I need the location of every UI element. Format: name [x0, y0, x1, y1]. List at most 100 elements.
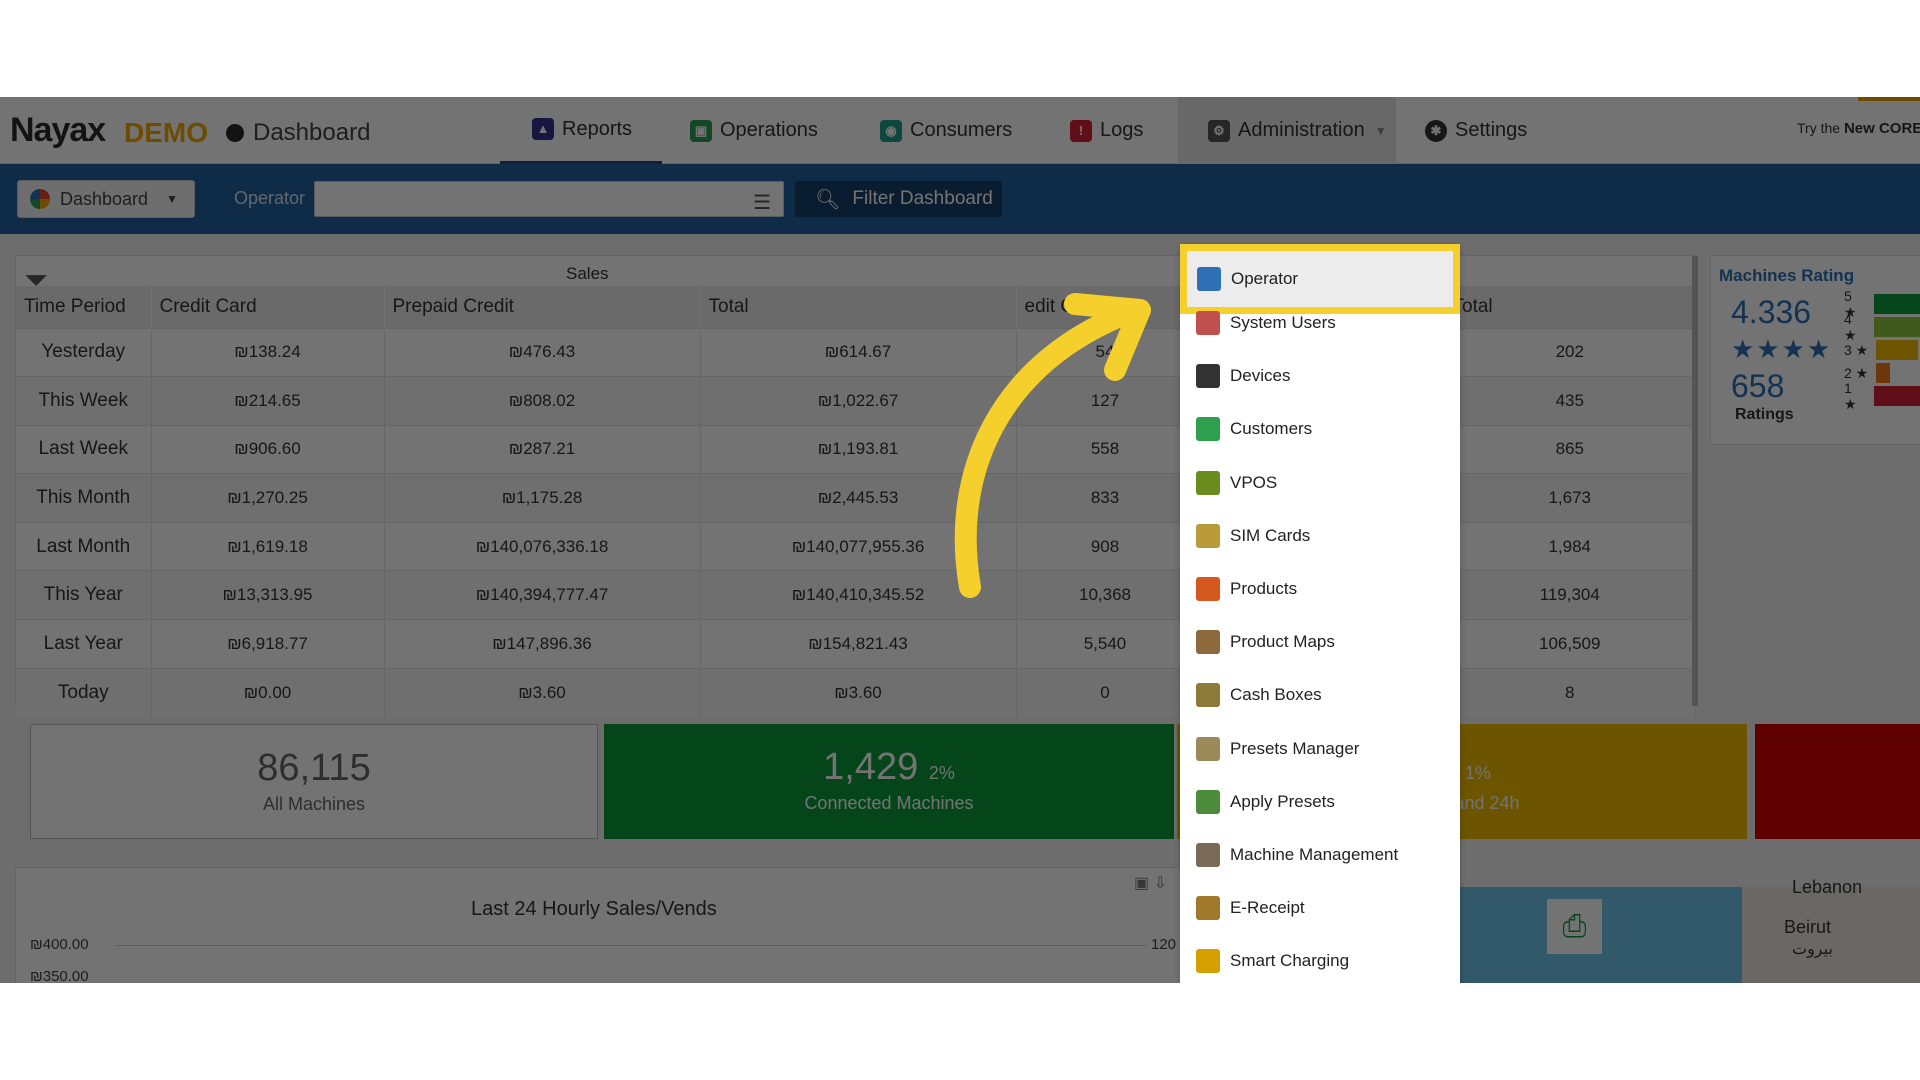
rating-bar-label: 1 ★: [1844, 379, 1857, 412]
table-cell: ₪3.60: [700, 667, 1017, 717]
menu-item-sim-cards[interactable]: SIM Cards: [1180, 510, 1460, 562]
rating-bar-row: 4 ★: [1844, 311, 1920, 343]
table-cell: ₪147,896.36: [384, 619, 701, 669]
all-machines-card[interactable]: 86,115 All Machines: [30, 724, 598, 839]
tab-consumers[interactable]: ◉ Consumers: [880, 97, 1012, 164]
consumers-icon: ◉: [880, 119, 902, 142]
col-time-period[interactable]: Time Period: [16, 286, 152, 328]
app-frame: Nayax DEMO Dashboard ▲ Reports ▣ Operati…: [0, 97, 1920, 983]
menu-item-label: Product Maps: [1230, 632, 1335, 652]
operator-input[interactable]: ☰: [314, 181, 784, 217]
menu-item-e-receipt[interactable]: E-Receipt: [1180, 882, 1460, 934]
col-prepaid-credit[interactable]: Prepaid Credit: [384, 286, 701, 328]
table-cell: ₪214.65: [151, 376, 385, 426]
menu-item-vpos[interactable]: VPOS: [1180, 457, 1460, 509]
menu-item-label: Presets Manager: [1230, 738, 1360, 758]
menu-item-machine-management[interactable]: Machine Management: [1180, 829, 1460, 881]
table-cell: 5,540: [1016, 619, 1195, 669]
rating-bar: [1876, 340, 1919, 360]
menu-item-cash-boxes[interactable]: Cash Boxes: [1180, 669, 1460, 721]
cell-time-period: Last Week: [16, 424, 152, 474]
e-receipt-icon: [1196, 896, 1220, 921]
table-cell: ₪476.43: [384, 327, 701, 377]
tab-administration[interactable]: ⚙ Administration ▼: [1178, 97, 1396, 164]
table-cell: ₪1,270.25: [151, 473, 385, 523]
table-cell: ₪140,076,336.18: [384, 521, 701, 571]
save-icon[interactable]: ⎙: [1547, 899, 1602, 954]
cell-time-period: This Month: [16, 473, 152, 523]
menu-item-products[interactable]: Products: [1180, 563, 1460, 615]
sim-cards-icon: [1196, 523, 1220, 548]
caret-down-icon: ▼: [166, 192, 178, 206]
filter-dashboard-button[interactable]: 🔍︎ Filter Dashboard: [795, 181, 1002, 217]
table-cell: ₪3.60: [384, 667, 701, 717]
operations-icon: ▣: [690, 119, 712, 142]
tab-settings[interactable]: ✱ Settings: [1425, 97, 1527, 164]
chart-title: Last 24 Hourly Sales/Vends: [471, 898, 717, 920]
chart-gridline: [116, 945, 1146, 946]
tab-logs[interactable]: ! Logs: [1070, 97, 1143, 164]
col-credit-card[interactable]: Credit Card: [151, 286, 385, 328]
map-label-beirut-arabic: بيروت: [1792, 941, 1833, 958]
tab-label: Reports: [562, 117, 633, 140]
table-cell: 119,304: [1444, 570, 1696, 620]
try-new-accent: [1858, 97, 1920, 101]
tab-label: Logs: [1100, 119, 1144, 141]
menu-item-label: Apply Presets: [1230, 791, 1335, 811]
menu-item-system-users[interactable]: System Users: [1180, 297, 1460, 349]
menu-item-presets-manager[interactable]: Presets Manager: [1180, 723, 1460, 775]
table-cell: ₪1,175.28: [384, 473, 701, 523]
sales-title: Sales: [566, 264, 609, 283]
menu-item-customers[interactable]: Customers: [1180, 403, 1460, 455]
cell-time-period: This Week: [16, 376, 152, 426]
machine-management-icon: [1196, 843, 1220, 867]
tab-reports[interactable]: ▲ Reports: [500, 97, 662, 164]
cash-boxes-icon: [1196, 683, 1220, 708]
menu-item-devices[interactable]: Devices: [1180, 350, 1460, 402]
menu-item-label: Products: [1230, 579, 1298, 598]
tutorial-arrow-icon: [954, 293, 1151, 598]
menu-item-label: Cash Boxes: [1230, 685, 1322, 705]
table-cell: 1,673: [1444, 473, 1696, 523]
try-new-prefix: Try the: [1797, 120, 1841, 136]
dashboard-select-label: Dashboard: [60, 188, 149, 209]
menu-item-label: VPOS: [1230, 472, 1278, 492]
logs-icon: !: [1070, 119, 1092, 142]
logo-demo: DEMO: [124, 117, 208, 148]
menu-item-product-maps[interactable]: Product Maps: [1180, 616, 1460, 668]
rating-title: Machines Rating: [1719, 266, 1855, 285]
machine-status-cards: 86,115 All Machines 1,429 2% Connected M…: [15, 714, 1920, 839]
col-total-vends[interactable]: Total: [1444, 286, 1696, 328]
table-cell: ₪1,619.18: [151, 521, 385, 571]
yellow-pct: 1%: [1464, 763, 1491, 783]
smart-charging-icon: [1196, 949, 1220, 974]
chart-y-right-tick: 120: [1151, 936, 1177, 953]
administration-dropdown: Operator System Users Devices Customers VPOS…: [1180, 244, 1460, 983]
list-icon[interactable]: ☰: [753, 190, 771, 215]
menu-item-label: Devices: [1230, 366, 1291, 386]
table-scrollbar[interactable]: [1692, 256, 1698, 706]
menu-item-label: E-Receipt: [1230, 898, 1305, 918]
hourly-sales-chart: ▣ ⇩ Last 24 Hourly Sales/Vends ₪400.00 1…: [15, 867, 1185, 983]
pie-chart-icon: [30, 189, 50, 209]
product-maps-icon: [1196, 630, 1220, 655]
tab-operations[interactable]: ▣ Operations: [690, 97, 818, 164]
table-cell: ₪906.60: [151, 424, 385, 474]
rating-bar: [1874, 386, 1920, 406]
menu-item-smart-charging[interactable]: Smart Charging: [1180, 935, 1460, 983]
try-new-core-link[interactable]: Try the New CORE: [1797, 120, 1920, 137]
rating-count: 658: [1731, 368, 1785, 404]
chart-tools-icon[interactable]: ▣ ⇩: [1134, 873, 1167, 893]
settings-icon: ✱: [1425, 119, 1447, 142]
cell-time-period: Last Year: [16, 619, 152, 669]
menu-item-label: Smart Charging: [1230, 951, 1350, 971]
offline-machines-card[interactable]: [1755, 724, 1920, 839]
menu-item-label: Customers: [1230, 419, 1313, 439]
menu-item-label: System Users: [1230, 313, 1336, 332]
reports-icon: ▲: [532, 118, 554, 140]
dashboard-select[interactable]: Dashboard ▼: [17, 180, 195, 218]
rating-bar-row: 3 ★: [1844, 340, 1919, 360]
connected-machines-card[interactable]: 1,429 2% Connected Machines: [604, 724, 1174, 839]
table-cell: 106,509: [1444, 619, 1696, 669]
menu-item-apply-presets[interactable]: Apply Presets: [1180, 776, 1460, 828]
